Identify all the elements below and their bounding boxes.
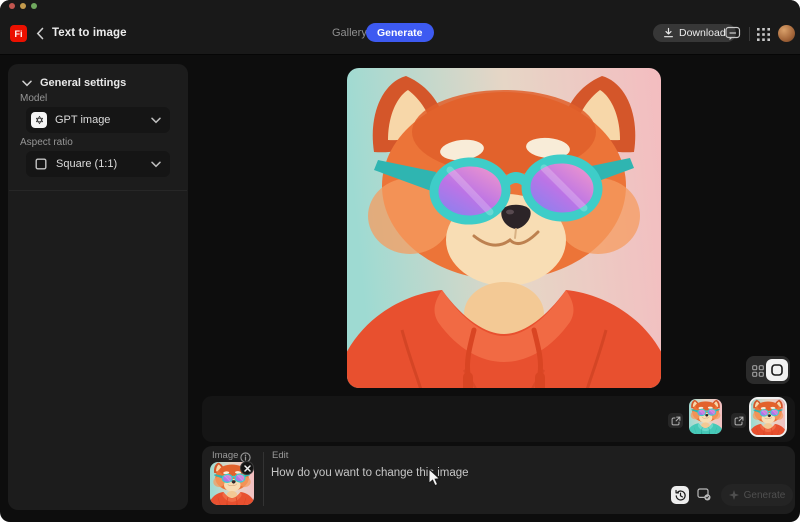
result-thumbnail-orange-selected[interactable]: [749, 397, 787, 437]
titlebar: Fi Text to image Gallery Generate Downlo…: [0, 0, 800, 55]
close-window-icon[interactable]: [9, 3, 15, 9]
sparkle-icon: [729, 490, 739, 500]
gpt-model-icon: [31, 112, 47, 128]
download-button[interactable]: Download: [653, 24, 736, 42]
macos-traffic-lights[interactable]: [9, 3, 37, 9]
generate-label: Generate: [744, 490, 786, 501]
generate-button-disabled[interactable]: Generate: [721, 484, 793, 506]
zoom-window-icon[interactable]: [31, 3, 37, 9]
prompt-input[interactable]: [271, 464, 601, 482]
aspect-ratio-dropdown[interactable]: Square (1:1): [26, 151, 170, 177]
image-chip-label: Image: [212, 450, 238, 461]
minimize-window-icon[interactable]: [20, 3, 26, 9]
square-aspect-icon: [35, 158, 47, 170]
history-button[interactable]: [671, 486, 689, 504]
avatar[interactable]: [778, 25, 795, 42]
generated-image[interactable]: [347, 68, 661, 388]
firefly-logo[interactable]: Fi: [10, 25, 27, 42]
feedback-button[interactable]: [725, 26, 741, 41]
grid-view-icon: [752, 365, 764, 377]
grid-view-button[interactable]: [752, 364, 764, 376]
image-reference-button[interactable]: [697, 488, 711, 501]
general-settings-header[interactable]: General settings: [22, 77, 126, 89]
chevron-down-icon: [22, 80, 32, 87]
tab-generate[interactable]: Generate: [366, 23, 434, 42]
single-view-button[interactable]: [766, 359, 788, 381]
export-icon: [671, 416, 681, 426]
header-divider: [749, 27, 750, 41]
close-icon: [244, 465, 251, 472]
apps-grid-icon: [757, 28, 770, 41]
single-view-icon: [771, 364, 783, 376]
export-icon: [734, 416, 744, 426]
remove-image-button[interactable]: [240, 461, 254, 475]
tab-gallery[interactable]: Gallery: [332, 27, 367, 39]
back-button[interactable]: [33, 26, 47, 41]
edit-label: Edit: [272, 450, 288, 461]
chevron-down-icon: [151, 117, 161, 124]
chevron-left-icon: [36, 27, 44, 40]
model-dropdown[interactable]: GPT image: [26, 107, 170, 133]
prompt-divider: [263, 452, 264, 506]
download-label: Download: [679, 27, 726, 39]
apps-grid-button[interactable]: [757, 28, 770, 41]
download-icon: [663, 27, 674, 39]
feedback-bubble-icon: [725, 26, 741, 42]
export-result-button[interactable]: [668, 413, 683, 428]
chevron-down-icon: [151, 161, 161, 168]
sidebar-divider: [9, 190, 187, 191]
model-label: Model: [20, 93, 47, 104]
result-thumbnail-teal[interactable]: [689, 399, 722, 434]
aspect-ratio-label: Aspect ratio: [20, 137, 73, 148]
general-settings-title: General settings: [40, 77, 126, 89]
export-result-button[interactable]: [731, 413, 746, 428]
info-button[interactable]: [240, 450, 251, 461]
page-title: Text to image: [52, 27, 127, 39]
aspect-ratio-value: Square (1:1): [56, 158, 142, 170]
view-toggle: [746, 356, 790, 384]
model-value: GPT image: [55, 114, 143, 126]
image-check-icon: [697, 488, 711, 501]
history-icon: [674, 489, 687, 502]
firefly-window: Fi Text to image Gallery Generate Downlo…: [0, 0, 800, 522]
